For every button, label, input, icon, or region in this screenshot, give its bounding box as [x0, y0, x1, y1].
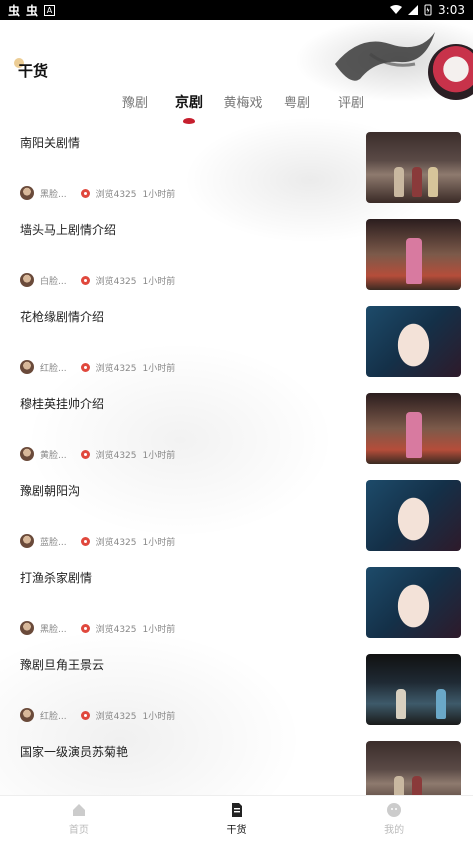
- ink-swirl-decoration: [335, 32, 435, 81]
- article-item[interactable]: 花枪缘剧情介绍 红脸... 浏览4325 1小时前: [0, 304, 473, 391]
- profile-icon: [387, 803, 402, 817]
- article-meta: 黑脸... 浏览4325 1小时前: [20, 186, 175, 200]
- article-thumbnail: [366, 654, 461, 725]
- bug-icon: 虫: [8, 3, 21, 18]
- article-item[interactable]: 豫剧旦角王景云 红脸... 浏览4325 1小时前: [0, 652, 473, 739]
- views-icon: [80, 623, 90, 633]
- author-avatar: [20, 708, 34, 722]
- post-time: 1小时前: [142, 537, 176, 548]
- nav-profile[interactable]: 我的: [315, 796, 473, 842]
- post-time: 1小时前: [142, 450, 176, 461]
- author-name: 黑脸...: [40, 624, 67, 635]
- post-time: 1小时前: [142, 624, 176, 635]
- article-meta: 红脸... 浏览4325 1小时前: [20, 360, 175, 374]
- author-name: 黄脸...: [40, 450, 67, 461]
- article-meta: 黑脸... 浏览4325 1小时前: [20, 621, 175, 635]
- article-title: 墙头马上剧情介绍: [20, 223, 117, 237]
- author-avatar: [20, 186, 34, 200]
- views-count: 浏览4325: [95, 711, 137, 722]
- category-tabs: 豫剧 京剧 黄梅戏 粤剧 评剧: [108, 92, 378, 116]
- author-name: 蓝脸...: [40, 537, 67, 548]
- article-thumbnail: [366, 306, 461, 377]
- tab-jingju[interactable]: 京剧: [162, 92, 216, 116]
- bottom-navigation: 首页 干货 我的: [0, 795, 473, 842]
- nav-home[interactable]: 首页: [0, 796, 158, 842]
- views-count: 浏览4325: [95, 189, 137, 200]
- page-title: 干货: [18, 62, 49, 80]
- views-count: 浏览4325: [95, 537, 137, 548]
- post-time: 1小时前: [142, 276, 176, 287]
- battery-icon: [424, 4, 432, 16]
- article-thumbnail: [366, 480, 461, 551]
- nav-profile-label: 我的: [384, 825, 405, 836]
- article-title: 豫剧旦角王景云: [20, 658, 105, 672]
- views-count: 浏览4325: [95, 363, 137, 374]
- views-icon: [80, 710, 90, 720]
- author-avatar: [20, 621, 34, 635]
- document-icon: [231, 803, 242, 817]
- views-count: 浏览4325: [95, 450, 137, 461]
- signal-icon: [408, 5, 419, 15]
- views-icon: [80, 188, 90, 198]
- author-name: 红脸...: [40, 363, 67, 374]
- article-item[interactable]: 打渔杀家剧情 黑脸... 浏览4325 1小时前: [0, 565, 473, 652]
- tab-huangmeixi[interactable]: 黄梅戏: [216, 92, 270, 116]
- article-item[interactable]: 墙头马上剧情介绍 白脸... 浏览4325 1小时前: [0, 217, 473, 304]
- article-thumbnail: [366, 219, 461, 290]
- views-icon: [80, 275, 90, 285]
- post-time: 1小时前: [142, 711, 176, 722]
- article-item[interactable]: 豫剧朝阳沟 蓝脸... 浏览4325 1小时前: [0, 478, 473, 565]
- nav-ganhuo[interactable]: 干货: [158, 796, 316, 842]
- views-count: 浏览4325: [95, 276, 137, 287]
- author-name: 红脸...: [40, 711, 67, 722]
- author-avatar: [20, 534, 34, 548]
- article-item[interactable]: 南阳关剧情 黑脸... 浏览4325 1小时前: [0, 130, 473, 217]
- article-item[interactable]: 穆桂英挂帅介绍 黄脸... 浏览4325 1小时前: [0, 391, 473, 478]
- article-meta: 红脸... 浏览4325 1小时前: [20, 708, 175, 722]
- article-title: 豫剧朝阳沟: [20, 484, 81, 498]
- article-title: 穆桂英挂帅介绍: [20, 397, 105, 411]
- article-meta: 黄脸... 浏览4325 1小时前: [20, 447, 175, 461]
- tab-pingju[interactable]: 评剧: [324, 92, 378, 116]
- post-time: 1小时前: [142, 189, 176, 200]
- article-thumbnail: [366, 393, 461, 464]
- status-bar: 虫 虫 A 3:03: [0, 0, 473, 20]
- author-avatar: [20, 273, 34, 287]
- article-meta: 蓝脸... 浏览4325 1小时前: [20, 534, 175, 548]
- article-meta: 白脸... 浏览4325 1小时前: [20, 273, 175, 287]
- clock: 3:03: [438, 3, 465, 17]
- author-name: 白脸...: [40, 276, 67, 287]
- article-thumbnail: [366, 567, 461, 638]
- tab-yuju[interactable]: 豫剧: [108, 92, 162, 116]
- post-time: 1小时前: [142, 363, 176, 374]
- nav-ganhuo-label: 干货: [226, 825, 247, 836]
- author-avatar: [20, 360, 34, 374]
- article-list: 南阳关剧情 黑脸... 浏览4325 1小时前 墙头马上剧情介绍 白脸... 浏…: [0, 130, 473, 826]
- bug-icon: 虫: [26, 3, 39, 18]
- author-avatar: [20, 447, 34, 461]
- article-thumbnail: [366, 132, 461, 203]
- views-icon: [80, 449, 90, 459]
- views-icon: [80, 362, 90, 372]
- a-notification-icon: A: [44, 4, 56, 16]
- article-title: 花枪缘剧情介绍: [20, 310, 105, 324]
- views-icon: [80, 536, 90, 546]
- tab-yueju[interactable]: 粤剧: [270, 92, 324, 116]
- article-title: 打渔杀家剧情: [20, 571, 93, 585]
- article-title: 国家一级演员苏菊艳: [20, 745, 129, 759]
- author-name: 黑脸...: [40, 189, 67, 200]
- wifi-icon: [390, 5, 403, 14]
- article-title: 南阳关剧情: [20, 136, 81, 150]
- views-count: 浏览4325: [95, 624, 137, 635]
- nav-home-label: 首页: [68, 825, 89, 836]
- home-icon: [72, 804, 85, 816]
